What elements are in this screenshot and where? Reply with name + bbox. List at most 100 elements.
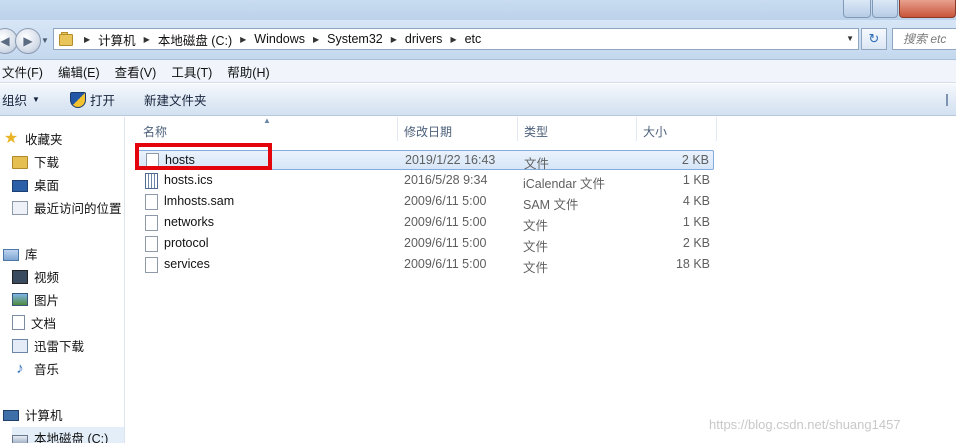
recent-places-icon	[12, 200, 28, 215]
nav-item-thunder-downloads[interactable]: 迅雷下载	[12, 336, 84, 355]
menu-view[interactable]: 查看(V)	[115, 62, 157, 81]
file-modified: 2009/6/11 5:00	[404, 194, 487, 208]
menu-bar: 文件(F) 编辑(E) 查看(V) 工具(T) 帮助(H)	[0, 60, 956, 83]
column-header-modified[interactable]: 修改日期	[404, 123, 452, 140]
pictures-icon	[12, 293, 28, 306]
table-row[interactable]: networks 2009/6/11 5:00 文件 1 KB	[136, 213, 714, 233]
breadcrumb-drivers[interactable]: drivers	[405, 32, 443, 46]
table-row[interactable]: hosts.ics 2016/5/28 9:34 iCalendar 文件 1 …	[136, 171, 714, 191]
nav-item-documents[interactable]: 文档	[12, 313, 56, 332]
file-size: 1 KB	[682, 173, 710, 187]
table-row[interactable]: protocol 2009/6/11 5:00 文件 2 KB	[136, 234, 714, 254]
breadcrumb-local-disk[interactable]: 本地磁盘 (C:)	[158, 30, 232, 49]
nav-item-computer[interactable]: 计算机	[3, 405, 63, 424]
file-name: lmhosts.sam	[164, 194, 235, 208]
nav-item-desktop[interactable]: 桌面	[12, 175, 59, 194]
address-bar[interactable]: ▶ 计算机 ▶ 本地磁盘 (C:) ▶ Windows ▶ System32 ▶…	[53, 28, 859, 50]
view-options-icon[interactable]	[946, 94, 956, 106]
file-type: 文件	[524, 157, 550, 171]
nav-item-favorites[interactable]: ★ 收藏夹	[3, 129, 63, 148]
nav-label: 图片	[34, 294, 60, 308]
chevron-down-icon: ▼	[32, 95, 40, 104]
watermark-text: https://blog.csdn.net/shuang1457	[709, 417, 901, 432]
breadcrumb-computer[interactable]: 计算机	[98, 30, 136, 49]
breadcrumb-windows[interactable]: Windows	[254, 32, 305, 46]
organize-button[interactable]: 组织 ▼	[2, 90, 40, 109]
file-type: 文件	[523, 240, 549, 254]
menu-help[interactable]: 帮助(H)	[227, 62, 269, 81]
address-dropdown-icon[interactable]: ▼	[846, 34, 854, 43]
highlight-annotation-box	[135, 143, 272, 170]
column-divider[interactable]	[716, 117, 717, 141]
chevron-right-icon[interactable]: ▶	[391, 35, 397, 44]
navigation-pane: ★ 收藏夹 下载 桌面 最近访问的位置 库 视频 图片 文档 迅雷下载 ♪ 音乐…	[0, 117, 125, 443]
nav-label: 桌面	[34, 179, 60, 193]
library-icon	[3, 248, 19, 261]
nav-item-videos[interactable]: 视频	[12, 267, 59, 286]
chevron-right-icon[interactable]: ▶	[84, 35, 90, 44]
file-size: 18 KB	[675, 257, 710, 271]
file-name: services	[164, 257, 210, 271]
column-divider[interactable]	[397, 117, 398, 141]
file-type: 文件	[523, 261, 549, 275]
new-folder-button[interactable]: 新建文件夹	[144, 90, 207, 109]
column-header-name[interactable]: 名称	[143, 123, 167, 140]
column-divider[interactable]	[517, 117, 518, 141]
command-bar: 组织 ▼ 打开 新建文件夹	[0, 84, 956, 116]
forward-button[interactable]: ▶	[15, 28, 41, 54]
chevron-right-icon[interactable]: ▶	[313, 35, 319, 44]
nav-item-downloads[interactable]: 下载	[12, 152, 59, 171]
file-name: hosts.ics	[164, 173, 213, 187]
file-size: 2 KB	[681, 153, 709, 167]
nav-label: 音乐	[34, 363, 60, 377]
file-modified: 2009/6/11 5:00	[404, 257, 487, 271]
chevron-right-icon[interactable]: ▶	[144, 35, 150, 44]
nav-label: 收藏夹	[25, 133, 63, 147]
file-modified: 2019/1/22 16:43	[405, 153, 496, 167]
nav-item-pictures[interactable]: 图片	[12, 290, 59, 309]
video-icon	[12, 269, 28, 284]
nav-item-recent[interactable]: 最近访问的位置	[12, 198, 122, 217]
calendar-file-icon	[145, 173, 158, 189]
breadcrumb-system32[interactable]: System32	[327, 32, 383, 46]
refresh-button[interactable]: ↻	[861, 28, 887, 50]
breadcrumb: ▶ 计算机 ▶ 本地磁盘 (C:) ▶ Windows ▶ System32 ▶…	[76, 30, 481, 49]
nav-label: 下载	[34, 156, 60, 170]
chevron-right-icon[interactable]: ▶	[450, 35, 456, 44]
column-header-size[interactable]: 大小	[643, 123, 667, 140]
recent-pages-dropdown-icon[interactable]: ▼	[41, 36, 49, 46]
nav-item-local-disk[interactable]: 本地磁盘 (C:)	[12, 427, 124, 443]
search-input[interactable]: 搜索 etc	[892, 28, 956, 50]
nav-item-libraries[interactable]: 库	[3, 244, 38, 263]
star-icon: ★	[3, 129, 19, 147]
organize-label: 组织	[2, 94, 28, 108]
menu-tools[interactable]: 工具(T)	[171, 62, 212, 81]
nav-label: 本地磁盘 (C:)	[34, 432, 109, 443]
close-button[interactable]	[899, 0, 956, 18]
nav-label: 视频	[34, 271, 60, 285]
minimize-button[interactable]	[843, 0, 871, 18]
file-icon	[145, 257, 158, 273]
nav-label: 最近访问的位置	[34, 202, 122, 216]
thunder-download-icon	[12, 338, 28, 353]
nav-item-music[interactable]: ♪ 音乐	[12, 359, 59, 378]
maximize-button[interactable]	[872, 0, 898, 18]
file-modified: 2009/6/11 5:00	[404, 236, 487, 250]
shield-icon	[69, 91, 86, 108]
open-button[interactable]: 打开	[69, 90, 115, 109]
file-size: 1 KB	[682, 215, 710, 229]
folder-icon	[58, 31, 76, 47]
table-row[interactable]: lmhosts.sam 2009/6/11 5:00 SAM 文件 4 KB	[136, 192, 714, 212]
refresh-icon: ↻	[868, 31, 880, 46]
back-arrow-icon: ◀	[0, 34, 10, 48]
chevron-right-icon[interactable]: ▶	[240, 35, 246, 44]
column-header-type[interactable]: 类型	[524, 123, 548, 140]
file-name: protocol	[164, 236, 209, 250]
menu-edit[interactable]: 编辑(E)	[58, 62, 100, 81]
menu-file[interactable]: 文件(F)	[2, 62, 43, 81]
table-row[interactable]: services 2009/6/11 5:00 文件 18 KB	[136, 255, 714, 275]
breadcrumb-etc[interactable]: etc	[465, 32, 482, 46]
column-divider[interactable]	[636, 117, 637, 141]
nav-label: 迅雷下载	[34, 340, 85, 354]
file-size: 2 KB	[682, 236, 710, 250]
